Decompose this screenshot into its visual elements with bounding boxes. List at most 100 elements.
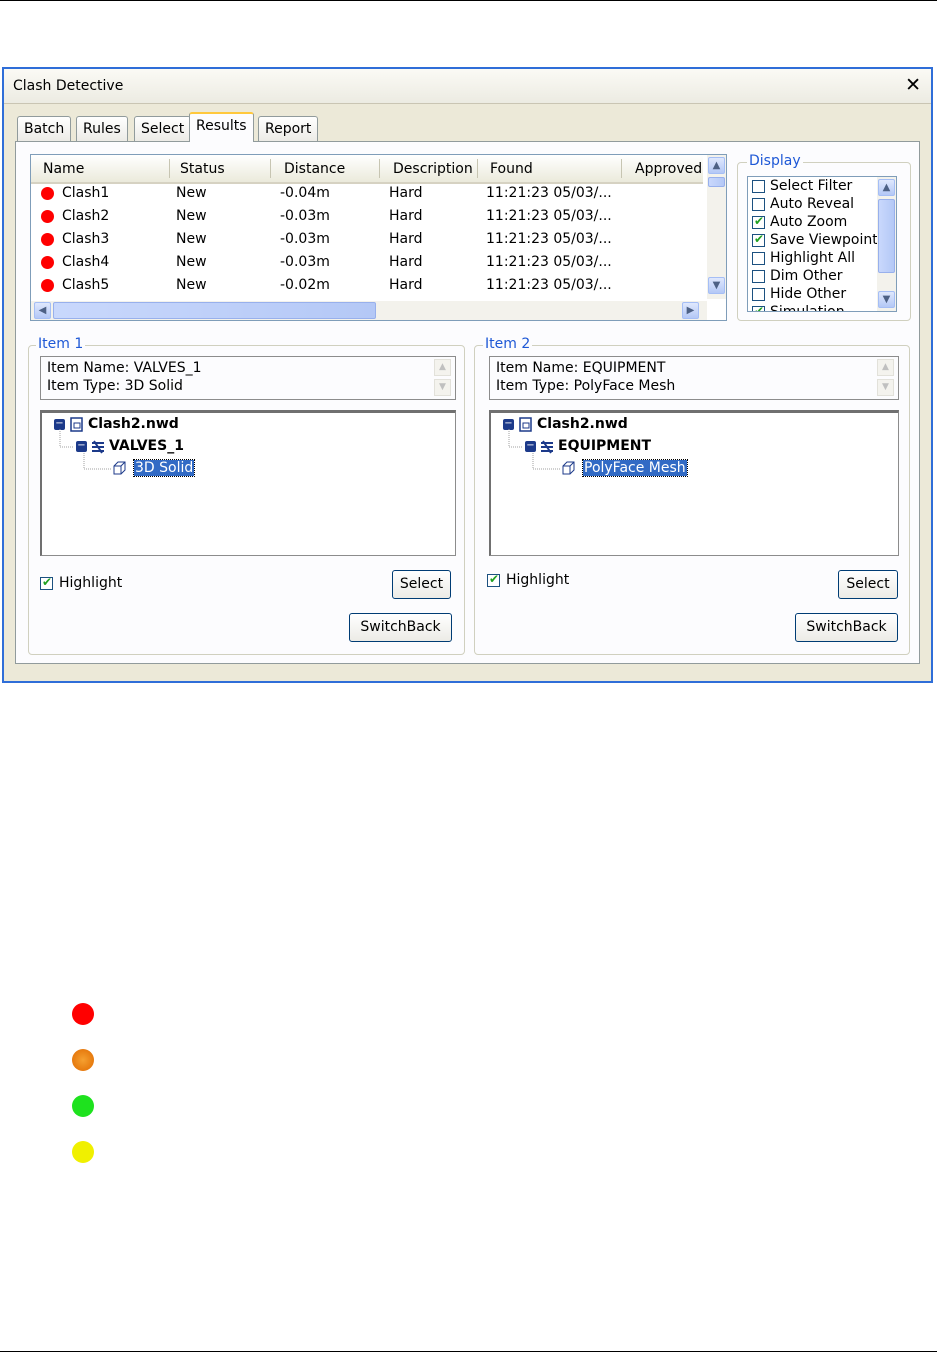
status-reviewed-dot-icon bbox=[72, 1141, 94, 1163]
scroll-thumb[interactable] bbox=[53, 302, 376, 319]
item1-tree[interactable]: − Clash2.nwd − VALVES_1 3D Solid bbox=[40, 410, 456, 556]
item-name-line: Item Name: VALVES_1 bbox=[47, 360, 202, 376]
clash-found: 11:21:23 05/03/... bbox=[486, 254, 612, 270]
checkbox[interactable]: ✔ bbox=[752, 214, 765, 229]
check-icon: ✔ bbox=[489, 572, 500, 586]
display-group-title: Display bbox=[747, 153, 803, 169]
scroll-up-icon[interactable]: ▲ bbox=[434, 359, 451, 376]
clash-status: New bbox=[176, 231, 207, 247]
item2-select-button[interactable]: Select bbox=[838, 570, 898, 599]
results-header: Name Status Distance Description Found A… bbox=[31, 155, 703, 184]
display-options-list[interactable]: Select Filter Auto Reveal ✔ Auto Zoom ✔ … bbox=[747, 176, 897, 312]
checkbox[interactable]: ✔ bbox=[40, 575, 53, 590]
checkbox[interactable] bbox=[752, 270, 765, 283]
item2-switchback-button[interactable]: SwitchBack bbox=[795, 613, 898, 642]
status-dot-icon bbox=[41, 279, 54, 292]
column-header-found[interactable]: Found bbox=[490, 161, 533, 177]
check-icon: ✔ bbox=[754, 232, 765, 246]
tab-label: Results bbox=[196, 118, 247, 134]
table-row[interactable]: Clash2 New -0.03m Hard 11:21:23 05/03/..… bbox=[31, 205, 703, 228]
title-bar[interactable]: Clash Detective ✕ bbox=[4, 69, 931, 104]
clash-description: Hard bbox=[389, 254, 423, 270]
column-divider[interactable] bbox=[169, 159, 170, 178]
scroll-down-icon[interactable]: ▼ bbox=[877, 379, 894, 396]
checkbox[interactable] bbox=[752, 252, 765, 265]
checkbox[interactable] bbox=[752, 180, 765, 193]
checkbox[interactable] bbox=[752, 288, 765, 301]
scroll-up-icon[interactable]: ▲ bbox=[708, 157, 725, 174]
results-vertical-scrollbar[interactable]: ▲ ▼ bbox=[707, 155, 726, 299]
column-divider[interactable] bbox=[477, 159, 478, 178]
column-header-description[interactable]: Description bbox=[393, 161, 473, 177]
item2-group-title: Item 2 bbox=[483, 336, 533, 352]
highlight-label: Highlight bbox=[506, 572, 570, 588]
scroll-right-icon[interactable]: ▶ bbox=[682, 302, 699, 319]
option-label: Dim Other bbox=[770, 268, 843, 284]
table-row[interactable]: Clash4 New -0.03m Hard 11:21:23 05/03/..… bbox=[31, 251, 703, 274]
results-list[interactable]: Name Status Distance Description Found A… bbox=[30, 154, 727, 321]
table-row[interactable]: Clash5 New -0.02m Hard 11:21:23 05/03/..… bbox=[31, 274, 703, 297]
layers-icon bbox=[92, 440, 104, 454]
tab-batch[interactable]: Batch bbox=[17, 116, 72, 141]
clash-description: Hard bbox=[389, 208, 423, 224]
status-active-dot-icon bbox=[72, 1049, 94, 1071]
item1-info: Item Name: VALVES_1 Item Type: 3D Solid … bbox=[40, 356, 456, 400]
window-title: Clash Detective bbox=[13, 78, 124, 94]
highlight-label: Highlight bbox=[59, 575, 123, 591]
item2-tree[interactable]: − Clash2.nwd − EQUIPMENT PolyFace Mesh bbox=[489, 410, 899, 556]
scroll-down-icon[interactable]: ▼ bbox=[434, 379, 451, 396]
tab-select[interactable]: Select bbox=[134, 116, 192, 141]
item1-switchback-button[interactable]: SwitchBack bbox=[349, 613, 452, 642]
clash-distance: -0.02m bbox=[280, 277, 330, 293]
item-name-line: Item Name: EQUIPMENT bbox=[496, 360, 666, 376]
item1-select-button[interactable]: Select bbox=[392, 570, 451, 599]
check-icon: ✔ bbox=[42, 575, 53, 589]
close-icon[interactable]: ✕ bbox=[905, 74, 921, 96]
collapse-icon[interactable]: − bbox=[76, 441, 87, 452]
clash-found: 11:21:23 05/03/... bbox=[486, 208, 612, 224]
checkbox[interactable]: ✔ bbox=[487, 572, 500, 587]
tab-label: Batch bbox=[24, 121, 65, 137]
results-horizontal-scrollbar[interactable]: ◀ ▶ bbox=[31, 301, 707, 320]
status-dot-icon bbox=[41, 187, 54, 200]
mesh-icon bbox=[562, 461, 575, 475]
tab-label: Report bbox=[265, 121, 312, 137]
scroll-down-icon[interactable]: ▼ bbox=[708, 277, 725, 294]
tab-report[interactable]: Report bbox=[258, 116, 319, 141]
table-row[interactable]: Clash1 New -0.04m Hard 11:21:23 05/03/..… bbox=[31, 182, 703, 205]
tab-results[interactable]: Results bbox=[189, 112, 254, 142]
column-divider[interactable] bbox=[379, 159, 380, 178]
column-header-approved[interactable]: Approved bbox=[635, 161, 702, 177]
table-row[interactable]: Clash3 New -0.03m Hard 11:21:23 05/03/..… bbox=[31, 228, 703, 251]
scroll-down-icon[interactable]: ▼ bbox=[878, 291, 895, 308]
scroll-left-icon[interactable]: ◀ bbox=[34, 302, 51, 319]
clash-found: 11:21:23 05/03/... bbox=[486, 185, 612, 201]
checkbox[interactable]: ✔ bbox=[752, 232, 765, 247]
column-header-distance[interactable]: Distance bbox=[284, 161, 345, 177]
clash-status: New bbox=[176, 185, 207, 201]
column-divider[interactable] bbox=[621, 159, 622, 178]
clash-status: New bbox=[176, 254, 207, 270]
collapse-icon[interactable]: − bbox=[525, 441, 536, 452]
clash-status: New bbox=[176, 277, 207, 293]
page-top-rule bbox=[0, 0, 937, 1]
column-divider[interactable] bbox=[270, 159, 271, 178]
clash-distance: -0.03m bbox=[280, 208, 330, 224]
clash-description: Hard bbox=[389, 231, 423, 247]
column-header-name[interactable]: Name bbox=[43, 161, 84, 177]
display-vertical-scrollbar[interactable]: ▲ ▼ bbox=[877, 177, 896, 311]
scroll-thumb[interactable] bbox=[708, 177, 725, 187]
option-label: Auto Reveal bbox=[770, 196, 855, 212]
status-dot-icon bbox=[41, 210, 54, 223]
column-header-status[interactable]: Status bbox=[180, 161, 225, 177]
scroll-thumb[interactable] bbox=[878, 199, 895, 273]
checkbox[interactable]: ✔ bbox=[752, 304, 765, 311]
layers-icon bbox=[541, 440, 553, 454]
clash-name: Clash3 bbox=[62, 231, 110, 247]
scroll-up-icon[interactable]: ▲ bbox=[877, 359, 894, 376]
tab-rules[interactable]: Rules bbox=[76, 116, 128, 141]
scroll-up-icon[interactable]: ▲ bbox=[878, 179, 895, 196]
page-bottom-rule bbox=[0, 1351, 937, 1352]
checkbox[interactable] bbox=[752, 198, 765, 211]
status-dot-icon bbox=[41, 256, 54, 269]
